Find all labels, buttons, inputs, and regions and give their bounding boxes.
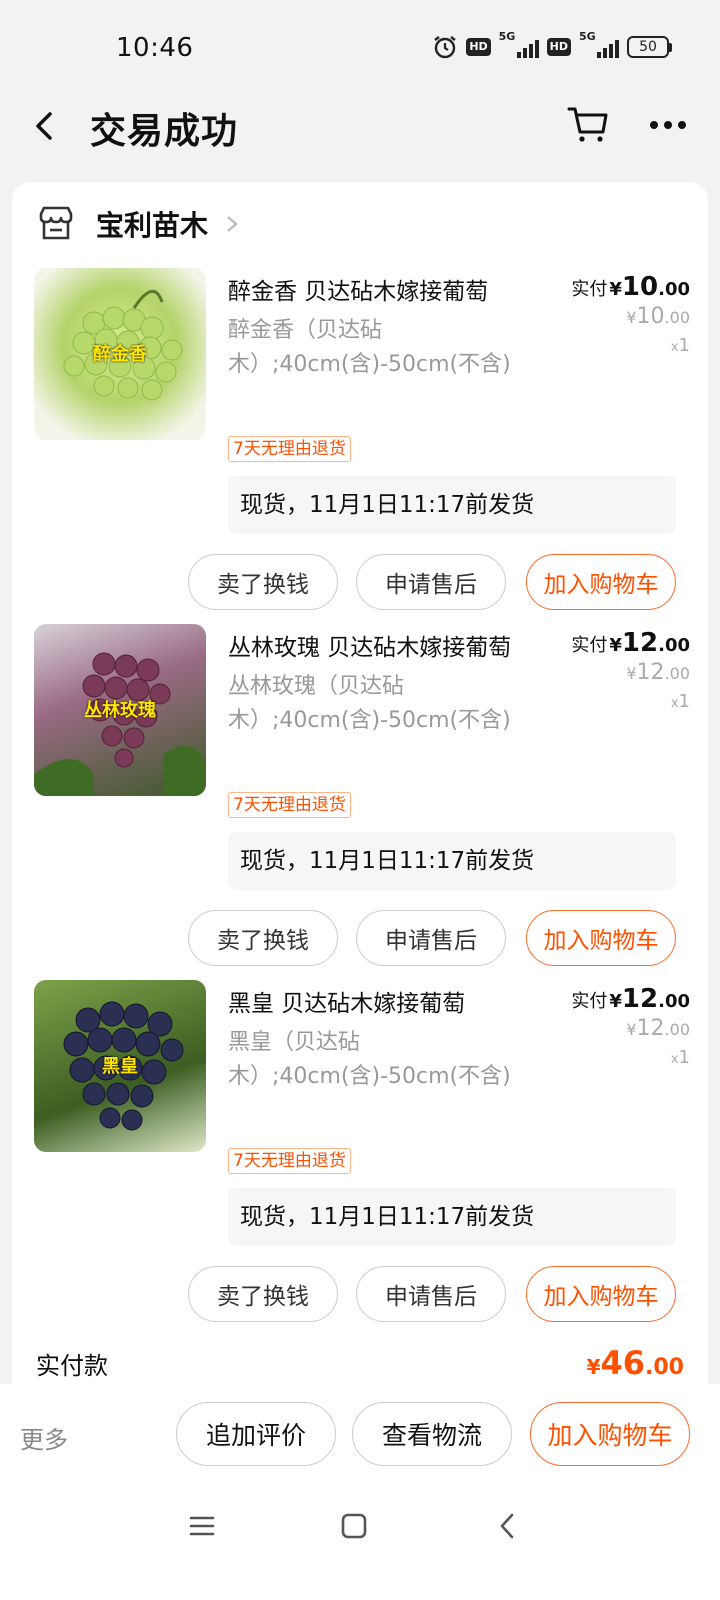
chevron-right-icon [227,216,238,232]
product-spec: 黑皇（贝达砧木）;40cm(含)-50cm(不含) [228,1030,511,1089]
nav-back-icon[interactable] [494,1512,522,1540]
quantity: x1 [670,691,690,712]
product-title[interactable]: 黑皇 贝达砧木嫁接葡萄 [228,984,548,1018]
quantity: x1 [670,1047,690,1068]
signal-icon: 5G [499,30,539,58]
order-card: 宝利苗木 醉金香 醉金香 贝达砧木嫁接葡萄 醉金香（贝达砧木）;40cm(含)-… [12,182,708,1422]
order-item: 醉金香 醉金香 贝达砧木嫁接葡萄 醉金香（贝达砧木）;40cm(含)-50cm(… [12,268,708,624]
original-price: ¥12.00 [626,1016,690,1041]
paid-price: 实付 ¥10.00 [571,272,690,302]
after-sales-button[interactable]: 申请售后 [356,554,506,610]
total-row: 实付款 ¥46.00 [36,1344,684,1384]
sell-button[interactable]: 卖了换钱 [188,554,338,610]
product-image[interactable]: 黑皇 [34,980,206,1152]
add-to-cart-button[interactable]: 加入购物车 [526,1266,676,1322]
system-nav-bar [0,1490,720,1570]
paid-price: 实付 ¥12.00 [571,628,690,658]
signal-icon: 5G [579,30,619,58]
add-to-cart-button[interactable]: 加入购物车 [526,554,676,610]
price-box: 实付 ¥10.00 ¥10.00 x1 [571,272,690,356]
cart-icon[interactable] [566,102,610,146]
return-policy-tag: 7天无理由退货 [228,792,351,818]
shop-name: 宝利苗木 [96,209,209,242]
after-sales-button[interactable]: 申请售后 [356,910,506,966]
product-spec: 醉金香（贝达砧木）;40cm(含)-50cm(不含) [228,318,511,377]
paid-price: 实付 ¥12.00 [571,984,690,1014]
battery-icon: 50 [627,36,672,58]
shop-link[interactable]: 宝利苗木 [36,204,242,244]
bottom-action-bar: 更多 追加评价 查看物流 加入购物车 [0,1384,720,1600]
shipping-info: 现货，11月1日11:17前发货 [228,832,676,890]
shop-icon [39,206,73,240]
product-image-label: 丛林玫瑰 [84,700,156,721]
home-icon[interactable] [340,1512,368,1540]
back-icon[interactable] [26,106,66,146]
order-item: 黑皇 黑皇 贝达砧木嫁接葡萄 黑皇（贝达砧木）;40cm(含)-50cm(不含)… [12,980,708,1336]
add-to-cart-button[interactable]: 加入购物车 [526,910,676,966]
status-icons: HD 5G HD 5G 50 [432,30,672,60]
sell-button[interactable]: 卖了换钱 [188,1266,338,1322]
shipping-info: 现货，11月1日11:17前发货 [228,1188,676,1246]
product-image-label: 黑皇 [102,1056,138,1077]
add-review-button[interactable]: 追加评价 [176,1402,336,1466]
status-time: 10:46 [116,33,194,63]
product-image-label: 醉金香 [93,344,147,365]
more-link[interactable]: 更多 [20,1420,68,1455]
order-item: 丛林玫瑰 丛林玫瑰 贝达砧木嫁接葡萄 丛林玫瑰（贝达砧木）;40cm(含)-50… [12,624,708,980]
product-spec: 丛林玫瑰（贝达砧木）;40cm(含)-50cm(不含) [228,674,511,733]
product-image[interactable]: 丛林玫瑰 [34,624,206,796]
add-to-cart-button[interactable]: 加入购物车 [530,1402,690,1466]
total-amount: ¥46.00 [586,1344,684,1382]
return-policy-tag: 7天无理由退货 [228,436,351,462]
total-label: 实付款 [36,1352,108,1380]
price-box: 实付 ¥12.00 ¥12.00 x1 [571,628,690,712]
view-logistics-button[interactable]: 查看物流 [352,1402,512,1466]
status-bar: 10:46 HD 5G HD 5G 50 [0,0,720,90]
shipping-info: 现货，11月1日11:17前发货 [228,476,676,534]
sell-button[interactable]: 卖了换钱 [188,910,338,966]
menu-icon[interactable] [188,1512,216,1540]
page-title: 交易成功 [90,111,239,152]
return-policy-tag: 7天无理由退货 [228,1148,351,1174]
original-price: ¥10.00 [626,304,690,329]
product-image[interactable]: 醉金香 [34,268,206,440]
product-title[interactable]: 醉金香 贝达砧木嫁接葡萄 [228,272,548,306]
hd-icon: HD [546,38,571,56]
hd-icon: HD [466,38,491,56]
product-title[interactable]: 丛林玫瑰 贝达砧木嫁接葡萄 [228,628,548,662]
alarm-icon [434,36,457,59]
original-price: ¥12.00 [626,660,690,685]
after-sales-button[interactable]: 申请售后 [356,1266,506,1322]
more-icon[interactable] [646,110,690,140]
header: 交易成功 [0,90,720,170]
quantity: x1 [670,335,690,356]
price-box: 实付 ¥12.00 ¥12.00 x1 [571,984,690,1068]
